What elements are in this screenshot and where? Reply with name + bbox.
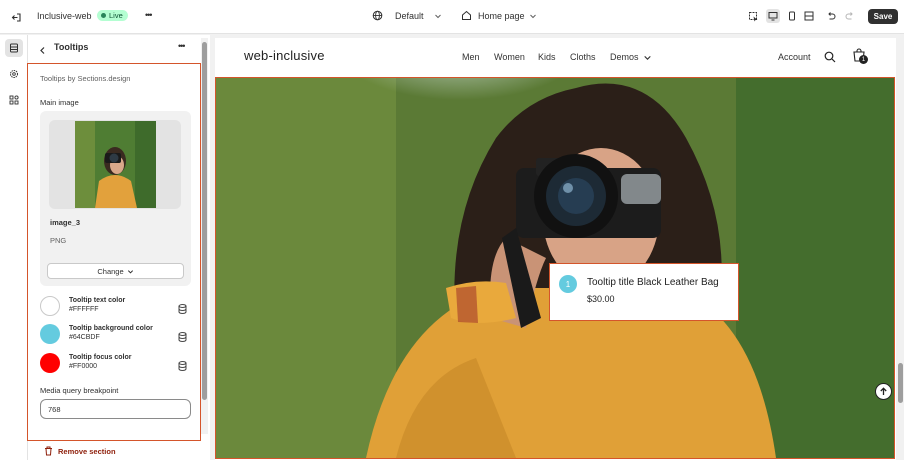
globe-icon [372, 10, 383, 21]
nav-item-kids[interactable]: Kids [538, 52, 556, 62]
account-link[interactable]: Account [778, 52, 811, 62]
theme-select-label: Default [395, 10, 424, 21]
page-select-label: Home page [478, 10, 525, 21]
store-name: Inclusive-web [37, 11, 92, 21]
remove-section-label: Remove section [58, 446, 116, 456]
site-logo[interactable]: web-inclusive [244, 48, 325, 63]
settings-gear-icon[interactable] [5, 65, 23, 83]
desktop-view-icon[interactable] [766, 9, 780, 23]
panel-scrollbar-thumb[interactable] [202, 42, 207, 400]
undo-icon[interactable] [824, 9, 838, 23]
back-arrow-icon[interactable] [38, 42, 47, 60]
home-icon [462, 10, 471, 20]
arrow-up-icon [880, 387, 887, 395]
nav-item-demos-label: Demos [610, 52, 639, 62]
cart-count-badge: 1 [859, 55, 868, 64]
cart-icon[interactable]: 1 [852, 48, 870, 66]
inspector-icon[interactable] [746, 9, 760, 23]
sections-icon[interactable] [5, 39, 23, 57]
redo-icon[interactable] [843, 9, 857, 23]
nav-item-women[interactable]: Women [494, 52, 525, 62]
preview-scrollbar-thumb[interactable] [898, 363, 903, 403]
editor-topbar: Inclusive-web Live ••• Default Home page… [0, 0, 904, 34]
remove-section-button[interactable]: Remove section [44, 446, 116, 456]
nav-item-cloths[interactable]: Cloths [570, 52, 596, 62]
editor-rail [0, 35, 28, 460]
tooltip-card[interactable] [549, 263, 739, 321]
nav-item-demos[interactable]: Demos [610, 52, 652, 62]
tooltip-price: $30.00 [587, 294, 615, 304]
tooltip-hotspot-number[interactable]: 1 [559, 275, 577, 293]
search-icon[interactable] [824, 50, 836, 68]
exit-icon[interactable] [9, 10, 23, 24]
panel-title: Tooltips [54, 42, 89, 52]
chevron-down-icon [529, 14, 536, 18]
panel-focus-outline [27, 63, 201, 441]
theme-select[interactable]: Default [372, 10, 442, 21]
more-options-button[interactable]: ••• [145, 10, 153, 20]
save-button[interactable]: Save [868, 9, 898, 24]
fullscreen-icon[interactable] [802, 9, 816, 23]
apps-icon[interactable] [5, 91, 23, 109]
panel-more-button[interactable]: ••• [178, 41, 186, 51]
panel-header: Tooltips ••• [28, 35, 210, 59]
nav-item-men[interactable]: Men [462, 52, 480, 62]
scroll-to-top-button[interactable] [875, 383, 892, 400]
tooltip-title: Tooltip title Black Leather Bag [587, 277, 719, 288]
mobile-view-icon[interactable] [785, 9, 799, 23]
live-dot-icon [101, 13, 106, 18]
trash-icon [45, 446, 52, 456]
status-badge-label: Live [109, 11, 123, 20]
status-badge: Live [97, 10, 128, 21]
chevron-down-icon [643, 55, 651, 60]
page-select[interactable]: Home page [461, 10, 537, 21]
chevron-down-icon [434, 14, 441, 18]
